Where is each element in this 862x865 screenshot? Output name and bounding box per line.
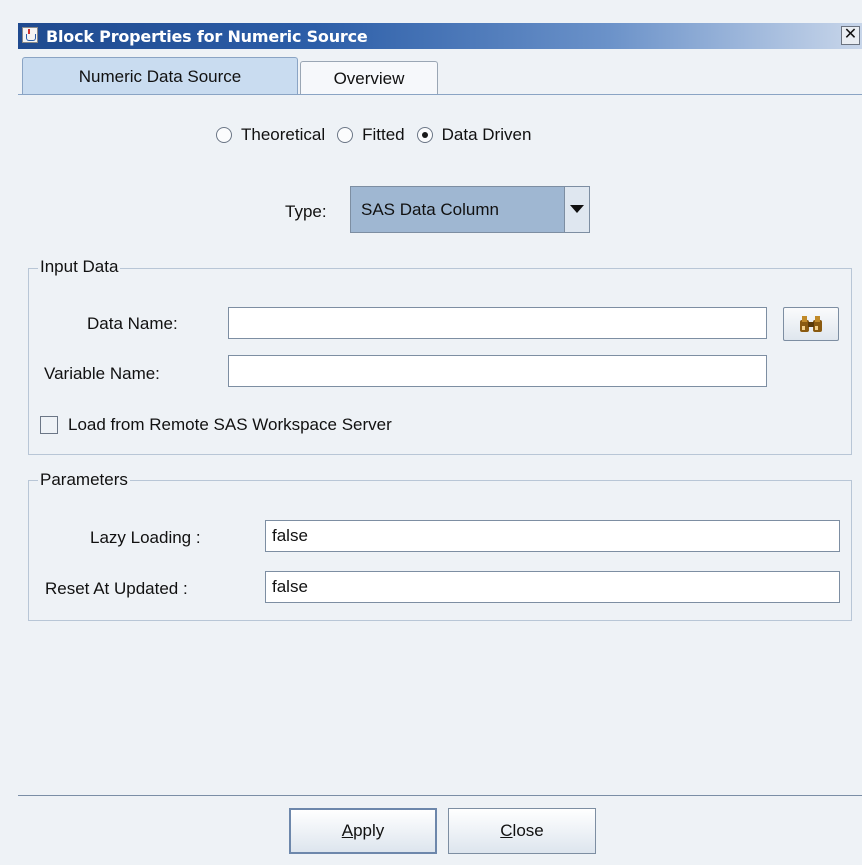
reset-at-updated-label: Reset At Updated : [45,579,188,598]
apply-button[interactable]: Apply [289,808,437,854]
close-icon: ✕ [843,26,858,43]
lazy-loading-label: Lazy Loading : [90,528,201,547]
tab-strip: Numeric Data Source Overview [18,49,862,95]
close-mnemonic: C [500,821,513,840]
binoculars-icon [800,316,822,332]
apply-mnemonic: A [341,821,354,840]
radio-circle[interactable] [337,127,354,143]
type-dropdown[interactable]: SAS Data Column [350,186,590,233]
input-data-title: Input Data [38,257,121,277]
close-button[interactable]: Close [448,808,596,854]
close-label: lose [512,821,544,840]
type-label: Type: [285,202,327,221]
radio-label: Data Driven [441,125,532,144]
radio-theoretical[interactable]: Theoretical [216,125,325,145]
radio-data-driven[interactable]: Data Driven [416,125,532,145]
radio-circle[interactable] [216,127,232,143]
radio-circle[interactable] [416,127,433,143]
title-bar[interactable]: Block Properties for Numeric Source ✕ [18,23,862,49]
variable-name-label: Variable Name: [44,364,160,383]
remote-sas-checkbox-row[interactable]: Load from Remote SAS Workspace Server [40,414,392,436]
remote-sas-label: Load from Remote SAS Workspace Server [68,415,392,434]
source-mode-radio-group: Theoretical Fitted Data Driven [216,122,543,148]
data-name-field[interactable] [228,307,767,339]
window-title: Block Properties for Numeric Source [46,27,368,46]
lazy-loading-field[interactable]: false [265,520,840,552]
radio-label: Fitted [362,125,405,144]
remote-sas-checkbox[interactable] [40,416,58,434]
block-properties-dialog: Block Properties for Numeric Source ✕ Nu… [0,0,862,865]
parameters-title: Parameters [38,470,130,490]
tab-overview[interactable]: Overview [300,61,438,95]
data-name-label: Data Name: [87,314,178,333]
type-dropdown-value[interactable]: SAS Data Column [351,187,565,232]
variable-name-field[interactable] [228,355,767,387]
reset-at-updated-field[interactable]: false [265,571,840,603]
apply-label: pply [353,821,385,840]
chevron-down-icon[interactable] [564,187,589,232]
tab-numeric-data-source[interactable]: Numeric Data Source [22,57,298,95]
java-app-icon [22,27,38,43]
radio-label: Theoretical [241,125,326,144]
radio-fitted[interactable]: Fitted [337,125,405,145]
browse-data-button[interactable] [783,307,839,341]
close-window-button[interactable]: ✕ [841,26,860,45]
